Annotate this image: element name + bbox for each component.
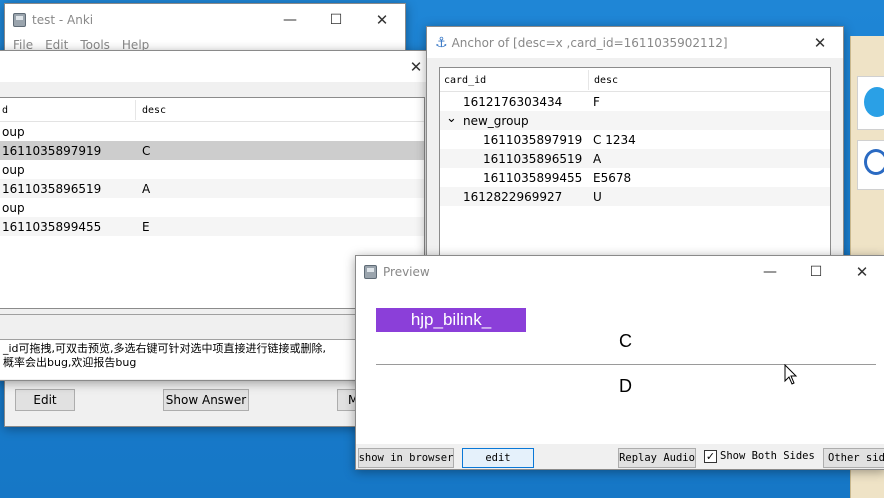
anchor-group-row[interactable]: ⌄ new_group [440, 111, 830, 130]
maximize-icon[interactable]: ☐ [313, 4, 359, 35]
row-card-id: 1611035897919 [2, 144, 102, 158]
card-row[interactable]: 1611035899455 E [0, 217, 424, 236]
main-titlebar: test - Anki — ☐ ✕ [5, 4, 405, 35]
row-card-id: 1611035896519 [483, 152, 583, 166]
app-logo-icon [864, 149, 884, 175]
anchor-row[interactable]: 1611035897919 C 1234 [440, 130, 830, 149]
anchor-window-title: Anchor of [desc=x ,card_id=1611035902112… [451, 35, 728, 50]
side-card-2[interactable] [857, 140, 884, 190]
column-header-card-id[interactable]: card_id [444, 75, 486, 86]
preview-window-title: Preview [383, 264, 430, 279]
anchor-row[interactable]: 1612176303434 F [440, 92, 830, 111]
anchor-tree[interactable]: card_id desc 1612176303434 F ⌄ new_group… [439, 67, 831, 259]
row-desc: A [593, 152, 602, 166]
show-in-browser-button[interactable]: show in browser [358, 448, 454, 468]
column-header-desc[interactable]: desc [142, 105, 166, 116]
row-card-id: 1611035899455 [483, 171, 583, 185]
group-row[interactable]: oup [0, 198, 424, 217]
column-header-card-id[interactable]: d [2, 105, 8, 116]
chevron-down-icon[interactable]: ⌄ [446, 111, 457, 126]
show-answer-button[interactable]: Show Answer [163, 389, 249, 411]
preview-edit-button[interactable]: edit [462, 448, 534, 468]
row-card-id: new_group [463, 114, 529, 128]
row-card-id: 1612822969927 [463, 190, 563, 204]
row-card-id: oup [2, 125, 25, 139]
close-icon[interactable]: ✕ [797, 27, 843, 58]
row-desc: E [142, 220, 150, 234]
card-row[interactable]: 1611035897919 C [0, 141, 424, 160]
show-both-sides-checkbox[interactable]: ✓ [704, 450, 717, 463]
other-side-button[interactable]: Other side [823, 448, 884, 468]
side-card-1[interactable] [857, 76, 884, 130]
row-card-id: 1612176303434 [463, 95, 563, 109]
anchor-row[interactable]: 1612822969927 U [440, 187, 830, 206]
anchor-titlebar: ⚓ Anchor of [desc=x ,card_id=16110359021… [427, 27, 843, 58]
maximize-icon[interactable]: ☐ [793, 256, 839, 287]
close-icon[interactable]: ✕ [839, 256, 884, 287]
anchor-icon: ⚓ [435, 34, 448, 51]
anchor-window: ⚓ Anchor of [desc=x ,card_id=16110359021… [426, 26, 844, 260]
mouse-cursor-icon [784, 364, 798, 385]
card-front: C [619, 331, 632, 351]
answer-divider [376, 364, 876, 365]
preview-titlebar: Preview — ☐ ✕ [356, 256, 884, 287]
anchor-tree-header: card_id desc [440, 68, 830, 92]
minimize-icon[interactable]: — [267, 4, 313, 35]
anchor-row[interactable]: 1611035896519 A [440, 149, 830, 168]
anki-app-icon [364, 264, 377, 279]
link-dialog-titlebar: ✕ [0, 51, 439, 82]
group-row[interactable]: oup [0, 122, 424, 141]
row-desc: A [142, 182, 151, 196]
anki-app-icon [13, 12, 26, 27]
row-desc: U [593, 190, 602, 204]
tree-header: d desc [0, 98, 424, 122]
row-card-id: 1611035896519 [2, 182, 102, 196]
card-back: D [619, 376, 632, 396]
card-tag: hjp_bilink_ [376, 308, 526, 332]
row-card-id: 1611035897919 [483, 133, 583, 147]
edit-button[interactable]: Edit [15, 389, 75, 411]
close-icon[interactable]: ✕ [359, 4, 405, 35]
row-desc: E5678 [593, 171, 632, 185]
replay-audio-button[interactable]: Replay Audio [618, 448, 696, 468]
preview-window: Preview — ☐ ✕ hjp_bilink_ C D show in br… [355, 255, 884, 470]
row-card-id: oup [2, 163, 25, 177]
show-both-sides-label[interactable]: Show Both Sides [720, 450, 815, 462]
row-card-id: 1611035899455 [2, 220, 102, 234]
card-row[interactable]: 1611035896519 A [0, 179, 424, 198]
check-icon: ✓ [705, 450, 716, 463]
row-desc: C 1234 [593, 133, 636, 147]
group-row[interactable]: oup [0, 160, 424, 179]
main-window-title: test - Anki [32, 12, 94, 27]
column-header-desc[interactable]: desc [594, 75, 618, 86]
star-icon [864, 87, 884, 117]
anchor-row[interactable]: 1611035899455 E5678 [440, 168, 830, 187]
preview-footer: show in browser edit Replay Audio ✓ Show… [356, 444, 884, 469]
row-desc: C [142, 144, 151, 158]
row-card-id: oup [2, 201, 25, 215]
row-desc: F [593, 95, 600, 109]
minimize-icon[interactable]: — [747, 256, 793, 287]
